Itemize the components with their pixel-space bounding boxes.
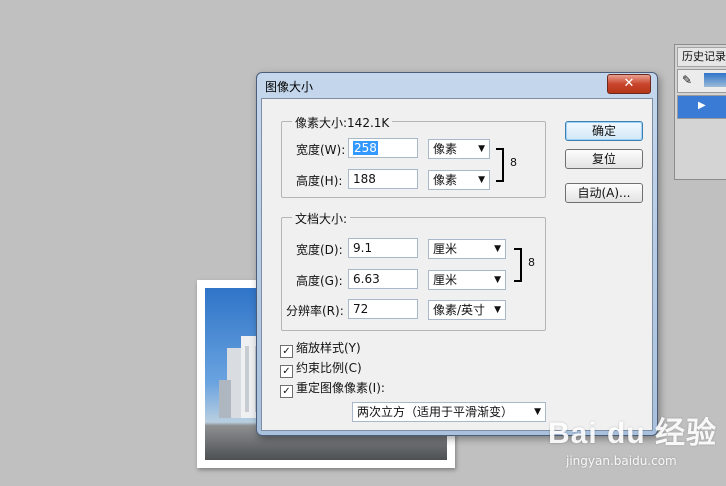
scale-styles-checkbox[interactable]: ✓ 缩放样式(Y) xyxy=(280,339,361,358)
chain-link-icon: 8 xyxy=(528,256,535,269)
document-size-legend: 文档大小: xyxy=(292,210,351,227)
reset-button[interactable]: 复位 xyxy=(565,149,643,169)
history-tab[interactable]: 历史记录 xyxy=(677,47,726,67)
chevron-down-icon: ▼ xyxy=(534,407,541,417)
pixel-width-input[interactable]: 258 xyxy=(348,138,418,158)
close-button[interactable]: ✕ xyxy=(607,74,651,94)
dialog-titlebar[interactable]: 图像大小 ✕ xyxy=(257,73,657,97)
chevron-down-icon: ▼ xyxy=(478,175,485,185)
pixel-height-input[interactable]: 188 xyxy=(348,169,418,189)
ok-button[interactable]: 确定 xyxy=(565,121,643,141)
doc-width-input[interactable]: 9.1 xyxy=(348,238,418,258)
resolution-unit: 像素/英寸 xyxy=(433,303,486,317)
check-icon: ✓ xyxy=(280,345,293,358)
doc-height-label: 高度(G): xyxy=(296,274,343,288)
chevron-down-icon: ▼ xyxy=(478,144,485,154)
document-size-group: 文档大小: 宽度(D): 9.1 厘米 ▼ 高度(G): 6.63 厘米 ▼ 8… xyxy=(281,210,546,331)
doc-width-unit: 厘米 xyxy=(433,242,458,256)
pixel-dimensions-group: 像素大小:142.1K 宽度(W): 258 像素 ▼ 高度(H): 188 像… xyxy=(281,114,546,198)
brush-icon: ✎ xyxy=(682,73,693,87)
resample-method-select[interactable]: 两次立方（适用于平滑渐变） ▼ xyxy=(352,402,546,422)
doc-height-value: 6.63 xyxy=(353,272,380,286)
dialog-client: 像素大小:142.1K 宽度(W): 258 像素 ▼ 高度(H): 188 像… xyxy=(261,98,653,431)
pixel-width-value: 258 xyxy=(353,141,378,155)
close-icon: ✕ xyxy=(623,76,635,91)
doc-width-unit-select[interactable]: 厘米 ▼ xyxy=(428,239,506,259)
dialog-title: 图像大小 xyxy=(265,80,314,94)
pixel-dimensions-legend: 像素大小:142.1K xyxy=(292,114,393,131)
check-icon: ✓ xyxy=(280,365,293,378)
watermark-brand: Bai du 经验 xyxy=(548,417,718,450)
scale-styles-label: 缩放样式(Y) xyxy=(296,341,361,355)
constrain-bracket xyxy=(496,148,504,182)
snapshot-thumbnail xyxy=(704,73,726,87)
pixel-width-label: 宽度(W): xyxy=(296,143,346,157)
watermark-url: jingyan.baidu.com xyxy=(566,454,677,468)
resolution-input[interactable]: 72 xyxy=(348,299,418,319)
image-size-dialog: 图像大小 ✕ 像素大小:142.1K 宽度(W): 258 像素 ▼ 高度(H)… xyxy=(256,72,658,436)
doc-width-value: 9.1 xyxy=(353,241,373,255)
constrain-proportions-label: 约束比例(C) xyxy=(296,361,362,375)
history-state-row[interactable]: ▶ xyxy=(677,95,726,119)
resolution-value: 72 xyxy=(353,302,369,316)
doc-height-unit-select[interactable]: 厘米 ▼ xyxy=(428,270,506,290)
constrain-bracket xyxy=(514,248,522,282)
resample-image-label: 重定图像像素(I): xyxy=(296,381,385,395)
resolution-unit-select[interactable]: 像素/英寸 ▼ xyxy=(428,300,506,320)
pixel-width-unit-select[interactable]: 像素 ▼ xyxy=(428,139,490,159)
resolution-label: 分辨率(R): xyxy=(286,304,344,318)
pixel-width-unit: 像素 xyxy=(433,142,458,156)
pixel-height-value: 188 xyxy=(353,172,376,186)
doc-width-label: 宽度(D): xyxy=(296,243,343,257)
doc-height-input[interactable]: 6.63 xyxy=(348,269,418,289)
pixel-height-label: 高度(H): xyxy=(296,174,343,188)
history-snapshot-row[interactable]: ✎ xyxy=(677,69,726,93)
resample-method-value: 两次立方（适用于平滑渐变） xyxy=(357,405,514,419)
doc-height-unit: 厘米 xyxy=(433,273,458,287)
pixel-height-unit: 像素 xyxy=(433,173,458,187)
auto-button[interactable]: 自动(A)... xyxy=(565,183,643,203)
chevron-down-icon: ▼ xyxy=(494,305,501,315)
baidu-jingyan-watermark: Bai du 经验 jingyan.baidu.com xyxy=(548,408,718,468)
chevron-down-icon: ▼ xyxy=(494,275,501,285)
resample-image-checkbox[interactable]: ✓ 重定图像像素(I): xyxy=(280,379,385,398)
history-panel: 历史记录 ✎ ▶ xyxy=(674,44,726,180)
check-icon: ✓ xyxy=(280,385,293,398)
chain-link-icon: 8 xyxy=(510,156,517,169)
chevron-down-icon: ▼ xyxy=(494,244,501,254)
constrain-proportions-checkbox[interactable]: ✓ 约束比例(C) xyxy=(280,359,362,378)
pixel-height-unit-select[interactable]: 像素 ▼ xyxy=(428,170,490,190)
state-arrow-icon: ▶ xyxy=(698,100,706,111)
